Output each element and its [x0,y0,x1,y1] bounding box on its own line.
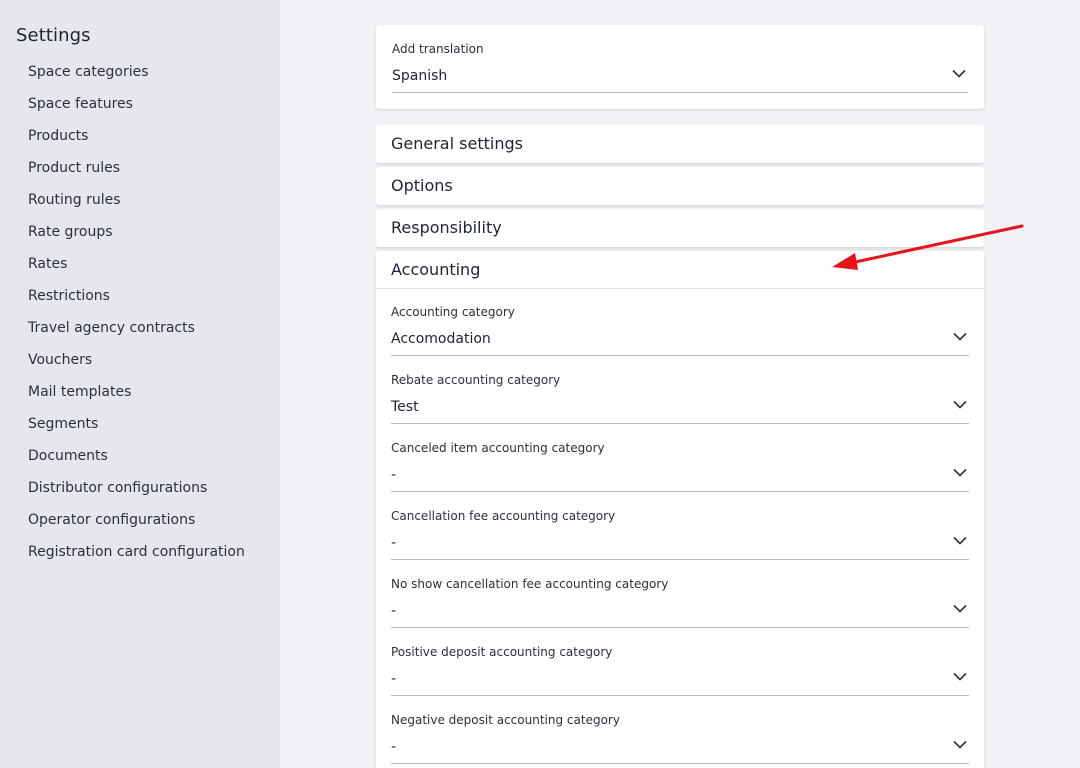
sidebar-title: Settings [16,25,91,46]
canceled-item-accounting-category-select[interactable]: Canceled item accounting category - [391,424,969,492]
chevron-down-icon[interactable] [953,604,967,613]
sidebar-item-product-rules[interactable]: Product rules [28,158,245,190]
field-label: Cancellation fee accounting category [391,509,616,523]
annotation-arrow-icon [832,224,1024,270]
field-value: - [391,671,397,687]
sidebar-item-segments[interactable]: Segments [28,414,245,446]
rebate-accounting-category-select[interactable]: Rebate accounting category Test [391,356,969,424]
sidebar-item-mail-templates[interactable]: Mail templates [28,382,245,414]
sidebar-item-vouchers[interactable]: Vouchers [28,350,245,382]
accounting-category-select[interactable]: Accounting category Accomodation [391,288,969,356]
sidebar-item-operator-configurations[interactable]: Operator configurations [28,510,245,542]
chevron-down-icon[interactable] [953,332,967,341]
settings-sidebar: Settings Space categories Space features… [0,0,280,768]
sidebar-item-distributor-configurations[interactable]: Distributor configurations [28,478,245,510]
sidebar-item-restrictions[interactable]: Restrictions [28,286,245,318]
sidebar-nav: Space categories Space features Products… [28,62,245,574]
chevron-down-icon[interactable] [953,468,967,477]
sidebar-item-travel-agency-contracts[interactable]: Travel agency contracts [28,318,245,350]
general-settings-title: General settings [391,134,523,153]
field-value: - [391,739,397,755]
translation-card: Add translation Spanish [376,25,984,109]
negative-deposit-accounting-category-select[interactable]: Negative deposit accounting category - [391,696,969,764]
sidebar-item-documents[interactable]: Documents [28,446,245,478]
accounting-title: Accounting [391,260,481,279]
options-title: Options [391,176,453,195]
sidebar-item-space-categories[interactable]: Space categories [28,62,245,94]
sidebar-item-rates[interactable]: Rates [28,254,245,286]
sidebar-item-rate-groups[interactable]: Rate groups [28,222,245,254]
no-show-cancellation-fee-accounting-category-select[interactable]: No show cancellation fee accounting cate… [391,560,969,628]
sidebar-item-products[interactable]: Products [28,126,245,158]
field-label: Negative deposit accounting category [391,713,620,727]
accounting-section: Accounting Accounting category Accomodat… [376,251,984,768]
field-label: Accounting category [391,305,515,319]
field-label: Canceled item accounting category [391,441,605,455]
chevron-down-icon[interactable] [952,69,966,78]
field-value: Accomodation [391,331,491,347]
add-translation-label: Add translation [392,42,484,56]
field-value: - [391,535,397,551]
cancellation-fee-accounting-category-select[interactable]: Cancellation fee accounting category - [391,492,969,560]
field-label: Positive deposit accounting category [391,645,613,659]
field-value: - [391,603,397,619]
sidebar-item-routing-rules[interactable]: Routing rules [28,190,245,222]
chevron-down-icon[interactable] [953,536,967,545]
chevron-down-icon[interactable] [953,740,967,749]
responsibility-title: Responsibility [391,218,502,237]
general-settings-section[interactable]: General settings [376,125,984,163]
field-value: - [391,467,397,483]
add-translation-value: Spanish [392,68,448,84]
positive-deposit-accounting-category-select[interactable]: Positive deposit accounting category - [391,628,969,696]
add-translation-select[interactable]: Add translation Spanish [392,25,968,93]
sidebar-item-space-features[interactable]: Space features [28,94,245,126]
options-section[interactable]: Options [376,167,984,205]
chevron-down-icon[interactable] [953,672,967,681]
field-label: Rebate accounting category [391,373,561,387]
field-value: Test [391,399,419,415]
sidebar-item-registration-card-configuration[interactable]: Registration card configuration [28,542,245,574]
field-label: No show cancellation fee accounting cate… [391,577,669,591]
chevron-down-icon[interactable] [953,400,967,409]
